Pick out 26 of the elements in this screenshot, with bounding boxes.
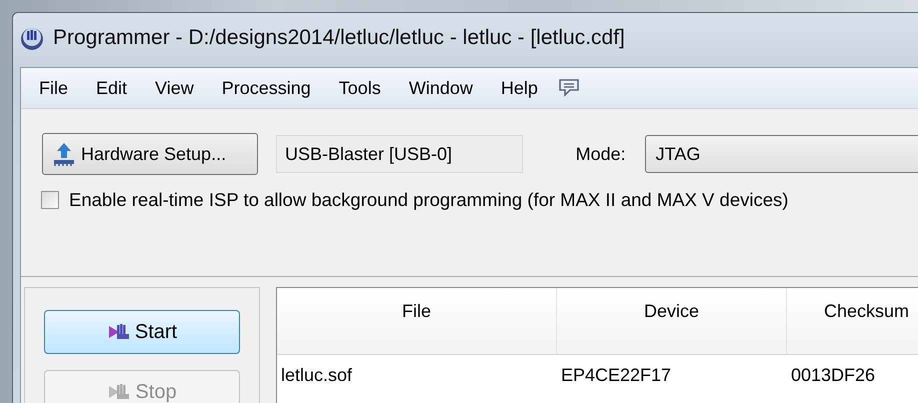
hardware-setup-button[interactable]: Hardware Setup... (42, 133, 258, 175)
menu-item[interactable]: View (147, 78, 202, 98)
column-header[interactable]: Device (557, 288, 787, 354)
column-header[interactable]: File (277, 288, 557, 354)
menu-item[interactable]: Window (400, 78, 481, 98)
hardware-field: USB-Blaster [USB-0] (276, 135, 523, 173)
app-icon (19, 25, 45, 51)
isp-option-label: Enable real-time ISP to allow background programming (for MAX II and MAX V devices) (69, 189, 788, 211)
mode-label: Mode: (576, 144, 626, 164)
upload-icon (51, 141, 77, 167)
window-title: Programmer - D:/designs2014/letluc/letluc - letluc - [letluc.cdf] (53, 26, 625, 50)
comment-icon[interactable] (558, 78, 580, 98)
hand-icon (107, 382, 132, 402)
menu-item[interactable]: File (31, 78, 76, 98)
checkbox[interactable] (41, 191, 59, 209)
table-cell: letluc.sof (281, 365, 352, 385)
menu-item[interactable]: Processing (214, 78, 319, 98)
table-cell: 0013DF26 (791, 365, 876, 385)
table-cell: EP4CE22F17 (561, 365, 672, 385)
menu-item[interactable]: Tools (330, 78, 389, 98)
action-button[interactable]: Start (44, 310, 240, 354)
hand-icon (106, 322, 131, 342)
menu-item[interactable]: Edit (88, 78, 136, 98)
column-header[interactable]: Checksum (787, 288, 918, 354)
mode-dropdown[interactable]: JTAG (644, 135, 918, 173)
menu-item[interactable]: Help (492, 78, 546, 98)
